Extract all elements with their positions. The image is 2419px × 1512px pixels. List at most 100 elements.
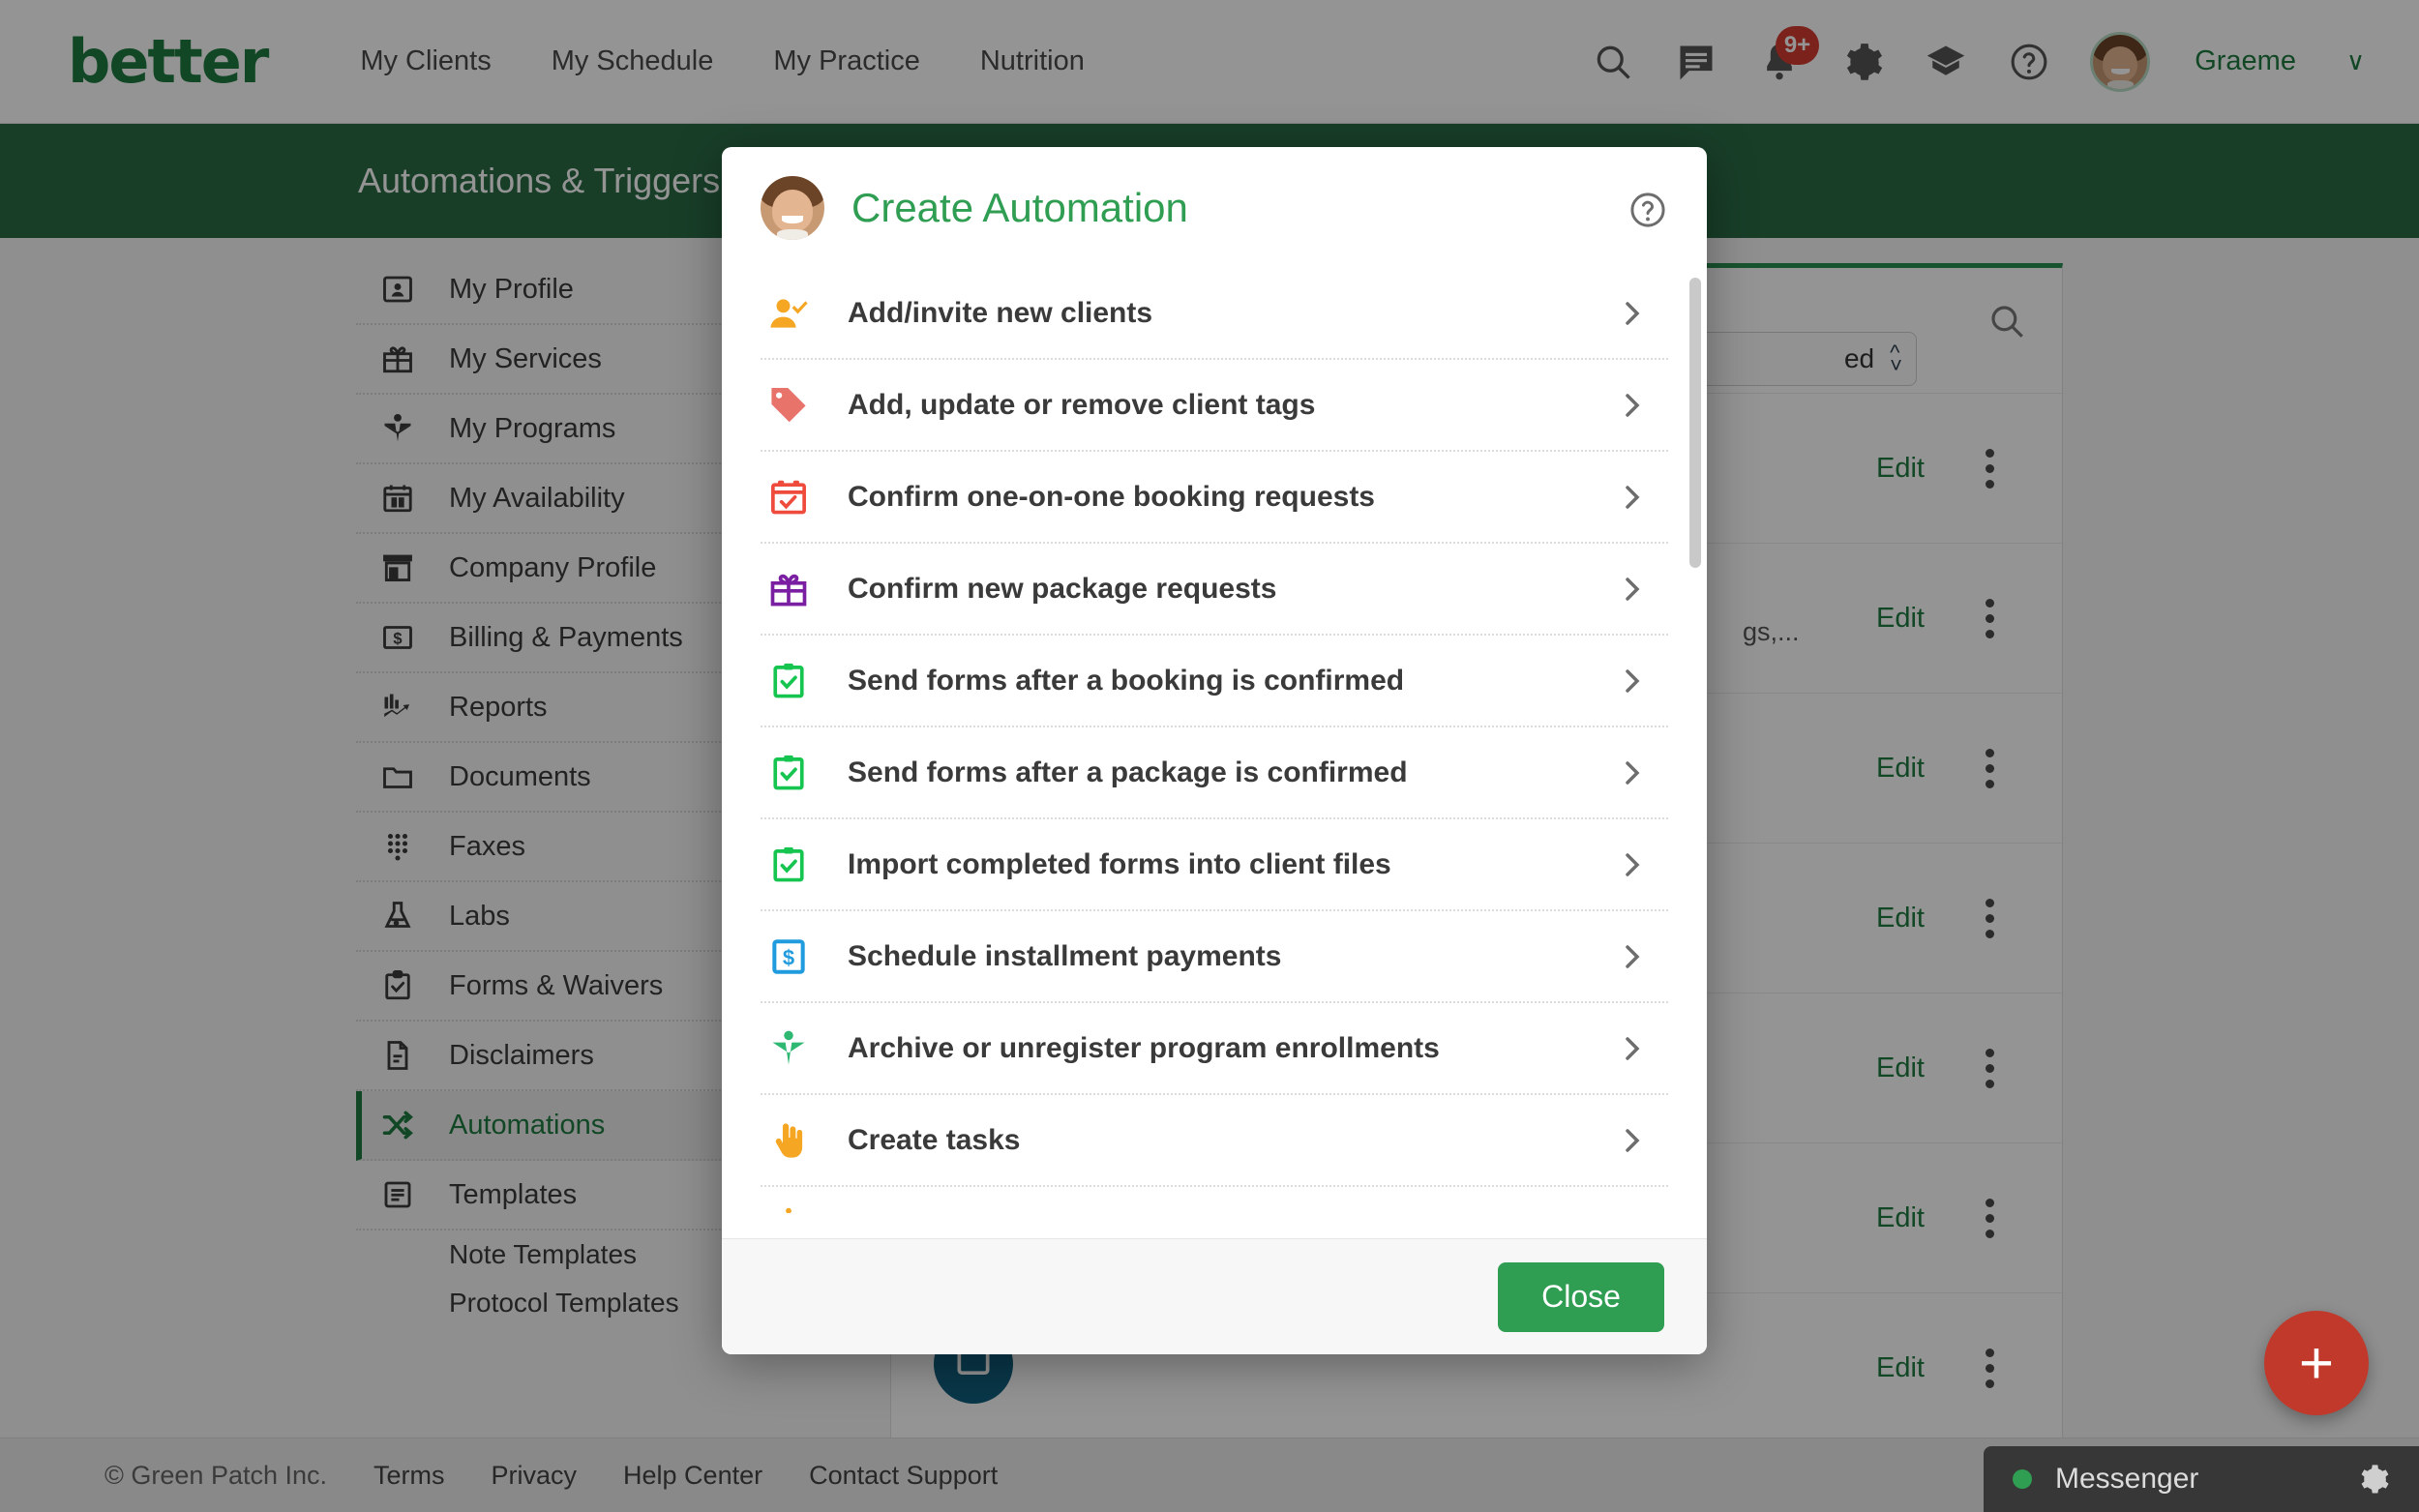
calendar-icon [372,481,424,516]
edit-link[interactable]: Edit [1876,1052,1925,1084]
messenger-bar[interactable]: Messenger [1984,1446,2419,1512]
footer-link-contact-support[interactable]: Contact Support [809,1461,998,1491]
edit-link[interactable]: Edit [1876,753,1925,785]
brand-logo[interactable]: better [68,31,269,92]
sidebar-item-label: Documents [449,760,591,792]
footer-link-privacy[interactable]: Privacy [492,1461,578,1491]
document-icon [372,1038,424,1073]
sidebar-item-label: Automations [449,1109,606,1141]
automation-option-add-invite-clients[interactable]: Add/invite new clients [761,268,1668,360]
automation-option-archive-program-enrollments[interactable]: Archive or unregister program enrollment… [761,1003,1668,1095]
footer-link-terms[interactable]: Terms [373,1461,445,1491]
edit-link[interactable]: Edit [1876,1352,1925,1384]
search-icon[interactable] [1986,301,2027,341]
row-menu-icon[interactable] [1986,898,1994,938]
close-button[interactable]: Close [1498,1261,1664,1332]
dollar-card-icon: $ [761,935,817,978]
chevron-right-icon [1616,1125,1647,1156]
gear-icon[interactable] [2357,1463,2390,1496]
edit-link[interactable]: Edit [1876,453,1925,485]
bell-icon[interactable]: 9+ [1757,25,1820,84]
profile-card-icon [372,272,424,307]
status-filter-value: ed [1843,343,1875,373]
automation-option-label: Archive or unregister program enrollment… [848,1031,1440,1064]
modal-header: Create Automation [722,147,1707,268]
app-root: better My Clients My Schedule My Practic… [0,0,2419,1512]
folder-icon [372,759,424,794]
gear-icon[interactable] [1840,40,1885,84]
add-automation-button[interactable]: + [2264,1311,2369,1415]
automation-option-send-forms-package[interactable]: Send forms after a package is confirmed [761,727,1668,819]
dollar-card-icon: $ [372,620,424,655]
messenger-label: Messenger [2055,1463,2199,1495]
chevron-right-icon [1616,482,1647,513]
automation-option-label: Add/invite new clients [848,296,1153,329]
message-icon[interactable] [1674,40,1718,84]
username-label[interactable]: Graeme [2195,45,2296,77]
automation-option-confirm-package-requests[interactable]: Confirm new package requests [761,544,1668,636]
edit-link[interactable]: Edit [1876,1202,1925,1234]
automation-option-client-tags[interactable]: Add, update or remove client tags [761,360,1668,452]
automation-option-send-forms-booking[interactable]: Send forms after a booking is confirmed [761,636,1668,727]
online-status-dot [2013,1469,2032,1489]
sidebar-item-label: Labs [449,900,510,932]
book-icon [761,1027,817,1070]
sidebar-item-label: My Services [449,342,602,374]
sidebar-item-label: Billing & Payments [449,621,683,653]
search-icon[interactable] [1591,40,1635,84]
notification-badge: 9+ [1775,25,1820,65]
clipboard-check-icon [761,844,817,886]
partial-icon [761,1200,817,1213]
chevron-right-icon [1616,757,1647,788]
row-menu-icon[interactable] [1986,1348,1994,1388]
sidebar-item-label: Disclaimers [449,1039,594,1071]
sidebar-item-label: Forms & Waivers [449,969,664,1001]
automation-option-import-forms[interactable]: Import completed forms into client files [761,819,1668,911]
sidebar-item-label: Faxes [449,830,525,862]
gift-icon [761,568,817,610]
automation-option-installment-payments[interactable]: $ Schedule installment payments [761,911,1668,1003]
chevron-right-icon [1616,666,1647,697]
row-menu-icon[interactable] [1986,1048,1994,1088]
automation-options-list[interactable]: Add/invite new clients Add, update or re… [722,268,1707,1238]
help-circle-icon[interactable] [1628,190,1668,230]
avatar[interactable] [2090,31,2151,92]
edit-link[interactable]: Edit [1876,603,1925,635]
nav-link-nutrition[interactable]: Nutrition [980,45,1085,77]
chevron-down-icon[interactable]: ∨ [2346,46,2365,76]
automation-option-label: Import completed forms into client files [848,847,1391,880]
automation-option-create-tasks[interactable]: Create tasks [761,1095,1668,1187]
automation-option-label: Add, update or remove client tags [848,388,1316,421]
store-icon [372,550,424,585]
row-menu-icon[interactable] [1986,448,1994,489]
graduation-cap-icon[interactable] [1924,40,1968,84]
automation-option-confirm-booking-requests[interactable]: Confirm one-on-one booking requests [761,452,1668,544]
calendar-check-icon [761,476,817,519]
automation-option-partial[interactable] [761,1187,1668,1226]
navbar-actions: 9+ Graeme ∨ [1591,25,2365,92]
row-menu-icon[interactable] [1986,1198,1994,1238]
copyright-text: © Green Patch Inc. [105,1460,328,1490]
sidebar-item-label: Company Profile [449,551,657,583]
avatar [761,175,824,240]
modal-scrollbar[interactable] [1689,278,1701,568]
help-circle-icon[interactable] [2007,40,2051,84]
create-automation-modal: Create Automation Add/invite new clients [722,147,1707,1354]
nav-link-my-clients[interactable]: My Clients [360,45,491,77]
row-menu-icon[interactable] [1986,748,1994,788]
svg-text:$: $ [393,631,402,648]
edit-link[interactable]: Edit [1876,903,1925,934]
list-icon [372,1177,424,1212]
page-title: Automations & Triggers [358,161,721,200]
modal-title: Create Automation [851,184,1188,230]
footer-link-help-center[interactable]: Help Center [623,1461,762,1491]
nav-link-my-schedule[interactable]: My Schedule [552,45,714,77]
chevron-right-icon [1616,1033,1647,1064]
gift-icon [372,341,424,376]
clipboard-check-icon [372,968,424,1003]
svg-text:$: $ [783,945,794,969]
clipboard-check-icon [761,752,817,794]
tag-icon [761,384,817,427]
row-menu-icon[interactable] [1986,598,1994,638]
nav-link-my-practice[interactable]: My Practice [773,45,919,77]
